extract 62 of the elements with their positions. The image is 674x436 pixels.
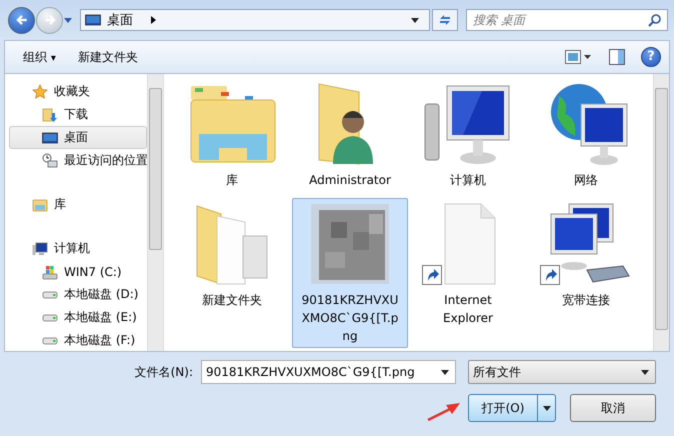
dropdown-caret-icon[interactable] [411,18,419,22]
file-item[interactable]: 库 [174,78,290,192]
desktop-icon [85,12,101,28]
search-field[interactable]: 搜索 桌面 [466,9,668,31]
content-scrollbar[interactable] [653,74,669,351]
sidebar-item[interactable]: 计算机 [9,237,147,260]
cancel-button[interactable]: 取消 [570,394,656,422]
file-item[interactable]: Administrator [292,78,408,192]
address-location[interactable]: 桌面 [107,11,133,29]
sidebar-scrollbar[interactable] [147,74,163,351]
sidebar-item[interactable]: 本地磁盘 (F:) [9,329,147,351]
sidebar-item[interactable]: 本地磁盘 (E:) [9,306,147,329]
system-drive-icon [42,264,58,280]
caret-icon [542,406,550,410]
file-item[interactable]: 网络 [528,78,644,192]
file-item[interactable]: 新建文件夹 [174,198,290,348]
sidebar-item[interactable]: 库 [9,193,147,216]
new-folder-button[interactable]: 新建文件夹 [74,46,142,68]
filename-field[interactable]: 90181KRZHVXUXMO8C`G9{[T.png [201,360,456,384]
file-name: Internet Explorer [442,292,494,327]
back-arrow-icon [14,13,28,27]
library-icon [32,196,48,212]
file-name: 90181KRZHVXUXMO8C`G9{[T.png [300,292,400,345]
file-item[interactable]: 计算机 [410,78,526,192]
open-button[interactable]: 打开(O) [468,394,538,422]
dropdown-caret-icon[interactable] [441,370,449,375]
file-name: 网络 [573,172,599,189]
history-caret-icon[interactable] [64,18,72,22]
desktop-icon [42,130,58,146]
view-button[interactable] [563,48,593,66]
sidebar-item[interactable]: 桌面 [9,126,147,149]
file-type-dropdown[interactable]: 所有文件 [468,360,656,384]
recent-places-icon [42,152,58,168]
search-icon [648,13,662,27]
preview-pane-icon [609,49,625,65]
sidebar-item[interactable]: 本地磁盘 (D:) [9,283,147,306]
file-name: 新建文件夹 [201,292,263,309]
forward-arrow-icon [42,13,56,27]
download-folder-icon [42,106,58,122]
preview-pane-button[interactable] [607,47,627,67]
computer-icon [32,240,48,256]
open-options-button[interactable] [538,394,556,422]
annotation-arrow [426,400,462,422]
sidebar-item[interactable]: WIN7 (C:) [9,260,147,283]
dropdown-caret-icon [641,370,649,374]
file-name: 宽带连接 [561,292,611,309]
refresh-button[interactable] [432,9,458,31]
file-name: Administrator [308,172,392,189]
filename-label: 文件名(N): [134,364,193,380]
file-item[interactable]: 90181KRZHVXUXMO8C`G9{[T.png [292,198,408,348]
view-icon [565,50,591,64]
file-item[interactable]: 宽带连接 [528,198,644,348]
sidebar-item[interactable]: 下载 [9,103,147,126]
file-name: 库 [225,172,239,189]
address-bar[interactable]: 桌面 [80,9,430,31]
organize-menu[interactable]: 组织 ▾ [19,46,60,68]
file-name: 计算机 [449,172,487,189]
sidebar-item[interactable]: 收藏夹 [9,80,147,103]
file-item[interactable]: Internet Explorer [410,198,526,348]
back-button[interactable] [8,6,35,34]
breadcrumb-arrow-icon[interactable] [151,16,156,24]
star-icon [32,84,48,100]
